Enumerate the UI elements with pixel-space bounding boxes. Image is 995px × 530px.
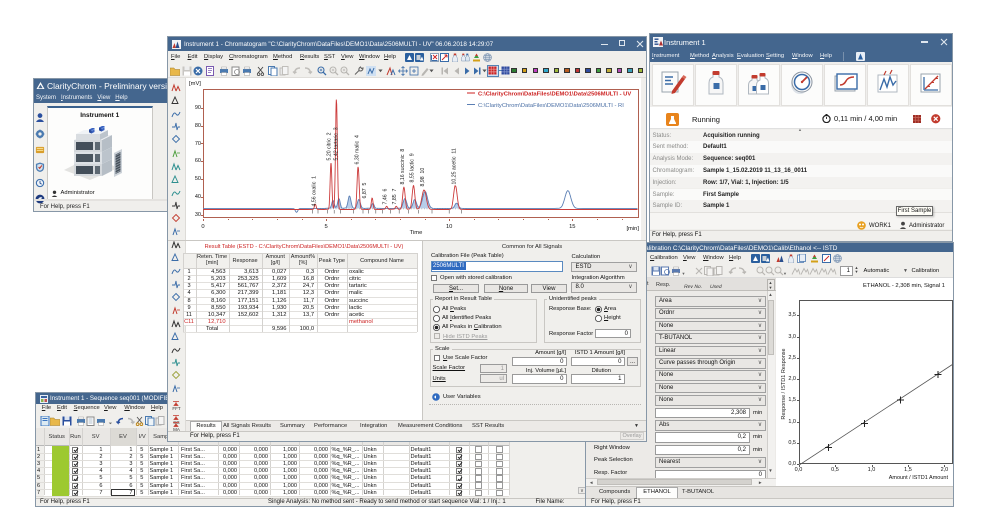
svg-text:4,56 oxalic 1: 4,56 oxalic 1 [312,175,318,206]
svg-text:C:\ClarityChrom\DataFiles\DEMO: C:\ClarityChrom\DataFiles\DEMO1\Data\250… [478,103,624,109]
svg-text:5,20 citric 2: 5,20 citric 2 [327,132,333,160]
svg-text:7,85 7: 7,85 7 [392,188,398,204]
svg-text:5,42 tartaric 3: 5,42 tartaric 3 [334,127,340,160]
svg-text:8,98 10: 8,98 10 [420,167,426,186]
svg-text:10,25 acetic 11: 10,25 acetic 11 [452,148,458,184]
svg-text:C:\ClarityChrom\DataFiles\DEMO: C:\ClarityChrom\DataFiles\DEMO1\Data\250… [478,91,631,97]
svg-text:6,87 5: 6,87 5 [362,182,368,198]
svg-text:8,55 lactic 9: 8,55 lactic 9 [410,153,416,182]
svg-text:8,16 succinic 8: 8,16 succinic 8 [400,148,406,184]
svg-text:6,30 malic 4: 6,30 malic 4 [355,134,361,164]
svg-text:7,46 6: 7,46 6 [383,188,389,204]
